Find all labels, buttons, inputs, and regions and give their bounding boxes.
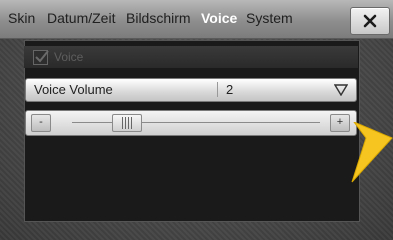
close-button[interactable] bbox=[350, 7, 390, 35]
slider-minus-button[interactable]: - bbox=[31, 114, 51, 132]
voice-volume-label: Voice Volume bbox=[34, 82, 113, 97]
tab-system[interactable]: System bbox=[246, 10, 293, 26]
tab-bar: Skin Datum/Zeit Bildschirm Voice System bbox=[0, 0, 393, 39]
thumb-grip-line bbox=[125, 117, 126, 129]
slider-track bbox=[72, 122, 320, 123]
voice-volume-value: 2 bbox=[226, 82, 234, 97]
checkmark-icon bbox=[35, 50, 49, 63]
voice-checkbox[interactable] bbox=[33, 50, 49, 65]
tab-bildschirm[interactable]: Bildschirm bbox=[126, 10, 191, 26]
voice-volume-slider[interactable]: - + bbox=[25, 110, 357, 136]
pointer-arrow-icon bbox=[351, 122, 393, 183]
tab-voice[interactable]: Voice bbox=[201, 10, 237, 26]
dropdown-triangle-icon bbox=[334, 84, 348, 96]
settings-screen: Skin Datum/Zeit Bildschirm Voice System … bbox=[0, 0, 393, 240]
thumb-grip-line bbox=[131, 117, 132, 129]
thumb-grip-line bbox=[128, 117, 129, 129]
voice-checkbox-label: Voice bbox=[54, 50, 84, 64]
tab-datum-zeit[interactable]: Datum/Zeit bbox=[47, 10, 115, 26]
close-icon bbox=[363, 14, 377, 28]
voice-volume-select[interactable]: Voice Volume 2 bbox=[25, 78, 357, 102]
slider-thumb[interactable] bbox=[112, 114, 142, 132]
voice-toggle-row: Voice bbox=[24, 46, 358, 68]
select-divider bbox=[217, 82, 218, 97]
tab-skin[interactable]: Skin bbox=[8, 10, 35, 26]
thumb-grip-line bbox=[122, 117, 123, 129]
